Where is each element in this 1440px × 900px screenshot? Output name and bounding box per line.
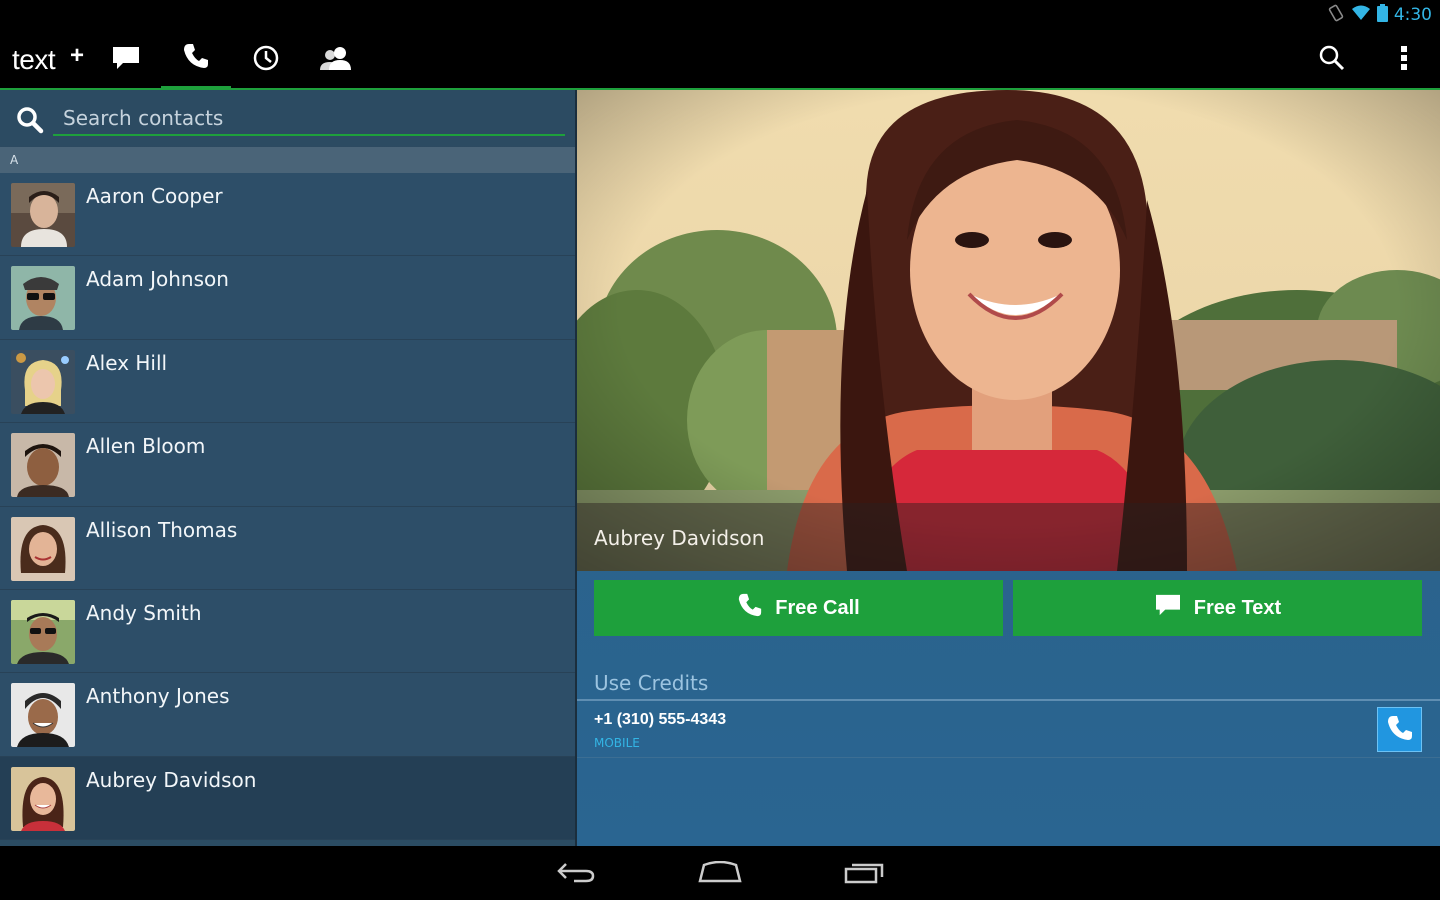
battery-icon <box>1376 4 1388 26</box>
contact-name: Andy Smith <box>86 600 202 625</box>
contact-row[interactable]: Adam Johnson <box>0 256 575 340</box>
contact-name: Alex Hill <box>86 350 168 375</box>
contact-row[interactable]: Allen Bloom <box>0 423 575 507</box>
contact-row[interactable]: Aaron Cooper <box>0 173 575 257</box>
tab-contacts[interactable] <box>301 30 371 90</box>
avatar <box>11 266 75 331</box>
section-header: A <box>0 147 575 173</box>
avatar <box>11 683 75 748</box>
search-icon <box>1318 44 1346 76</box>
use-credits-label: Use Credits <box>594 671 709 695</box>
contact-detail-name: Aubrey Davidson <box>594 526 765 550</box>
overflow-menu-icon <box>1400 45 1408 75</box>
navigation-bar <box>0 846 1440 900</box>
chat-bubble-icon <box>1154 593 1182 623</box>
contacts-icon <box>318 44 354 76</box>
phone-icon <box>737 592 763 624</box>
contact-name: Anthony Jones <box>86 684 230 709</box>
contact-name: Aaron Cooper <box>86 184 223 208</box>
photo-name-overlay: Aubrey Davidson <box>577 503 1440 571</box>
contact-row[interactable]: Anthony Jones <box>0 673 575 757</box>
tab-history[interactable] <box>231 30 301 90</box>
search-input[interactable] <box>53 102 565 136</box>
contact-list: Aaron Cooper Adam Johnson Alex Hill Alle… <box>0 173 575 841</box>
clock-icon <box>252 44 280 76</box>
status-icons: 4:30 <box>1327 4 1432 26</box>
free-text-button[interactable]: Free Text <box>1013 580 1422 636</box>
free-call-button[interactable]: Free Call <box>594 580 1003 636</box>
action-bar: text + <box>0 30 1440 90</box>
recent-apps-icon <box>844 860 886 888</box>
contact-photo: Aubrey Davidson <box>577 90 1440 571</box>
avatar <box>11 516 75 581</box>
credits-call-button[interactable] <box>1377 707 1422 752</box>
search-icon <box>16 106 44 138</box>
contact-row[interactable]: Alex Hill <box>0 339 575 424</box>
contact-detail-panel: Aubrey Davidson Free Call Free Text Use … <box>577 90 1440 846</box>
app-logo-plus: + <box>70 42 85 69</box>
phone-type: MOBILE <box>594 736 640 750</box>
contact-row[interactable]: Aubrey Davidson <box>0 756 575 841</box>
status-time: 4:30 <box>1393 5 1432 25</box>
contact-name: Allen Bloom <box>86 434 206 459</box>
phone-number: +1 (310) 555-4343 <box>594 711 727 728</box>
avatar <box>11 599 75 664</box>
tab-messages[interactable] <box>91 30 161 90</box>
rotation-lock-icon <box>1327 4 1345 26</box>
avatar <box>11 183 75 247</box>
contact-row[interactable]: Andy Smith <box>0 589 575 674</box>
avatar <box>11 766 75 831</box>
search-bar <box>0 90 575 146</box>
back-icon <box>556 860 596 888</box>
overflow-menu-button[interactable] <box>1374 30 1434 90</box>
recent-apps-button[interactable] <box>830 854 900 894</box>
phone-icon <box>1386 714 1414 746</box>
free-call-label: Free Call <box>775 596 860 619</box>
app-logo: text <box>12 44 56 75</box>
avatar <box>11 349 75 414</box>
status-bar: 4:30 <box>0 0 1440 30</box>
contacts-panel: A Aaron Cooper Adam Johnson Alex Hill Al… <box>0 90 575 846</box>
contact-name: Adam Johnson <box>86 267 229 292</box>
wifi-icon <box>1351 5 1371 25</box>
home-icon <box>698 860 742 887</box>
back-button[interactable] <box>541 854 611 894</box>
free-text-label: Free Text <box>1193 596 1282 619</box>
chat-bubble-icon <box>111 45 141 75</box>
contact-name: Allison Thomas <box>86 517 238 542</box>
phone-number-row[interactable]: +1 (310) 555-4343 MOBILE <box>577 701 1440 758</box>
avatar <box>11 433 75 498</box>
tab-calls[interactable] <box>161 30 231 90</box>
search-button[interactable] <box>1302 30 1362 90</box>
contact-name: Aubrey Davidson <box>86 767 257 792</box>
home-button[interactable] <box>685 854 755 894</box>
contact-row[interactable]: Allison Thomas <box>0 506 575 590</box>
phone-icon <box>182 42 210 74</box>
